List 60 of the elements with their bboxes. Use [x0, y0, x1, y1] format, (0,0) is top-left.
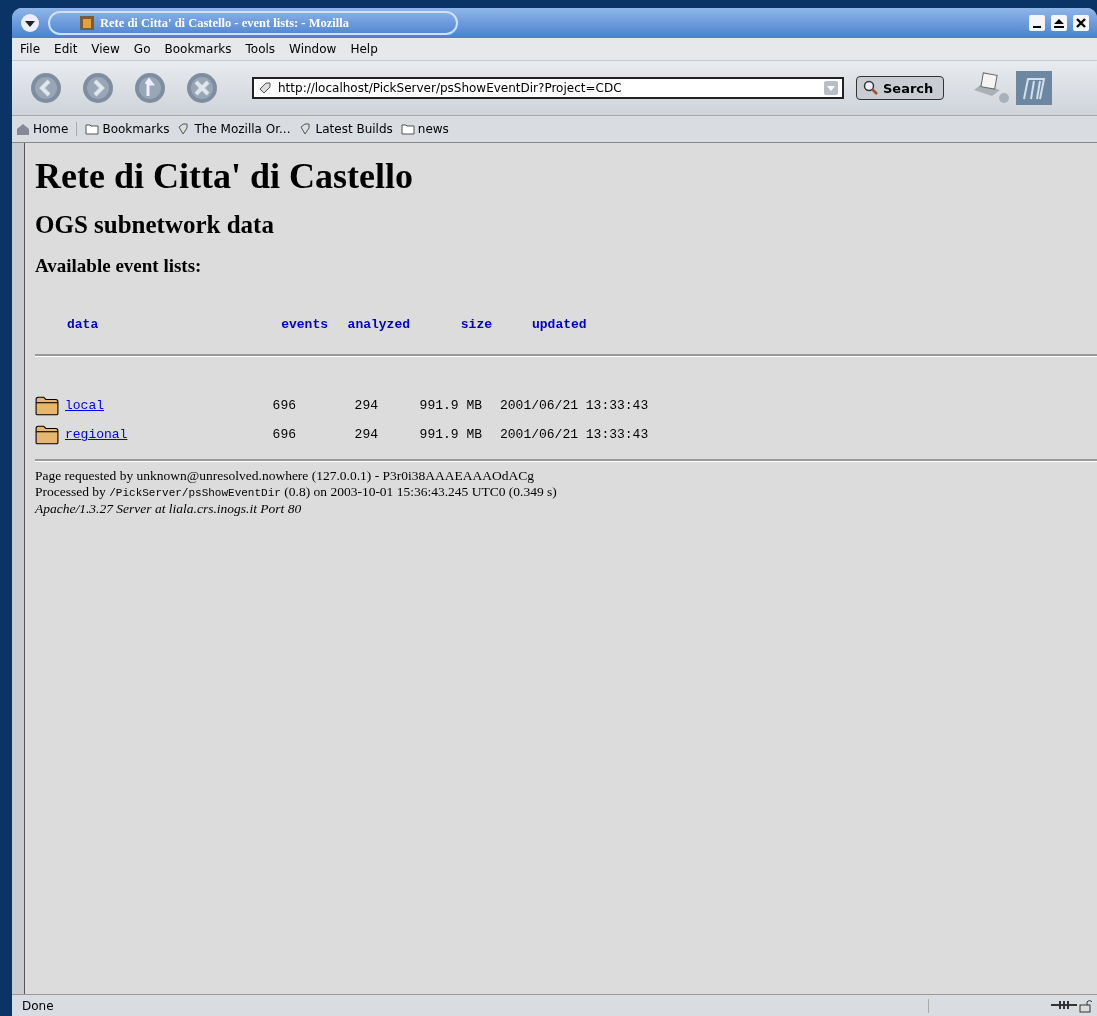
- bookmark-item[interactable]: Bookmarks: [85, 122, 170, 136]
- minimize-icon[interactable]: [1029, 15, 1045, 31]
- table-cell-text: 991.9 MB: [418, 398, 482, 413]
- folder-icon: [400, 123, 415, 135]
- menu-item[interactable]: Bookmarks: [164, 42, 232, 56]
- folder-icon: [35, 395, 59, 416]
- menu-item[interactable]: Go: [133, 42, 151, 56]
- app-icon: [80, 16, 94, 30]
- connection-icon: [1051, 998, 1077, 1011]
- padlock-icon: [1079, 998, 1093, 1013]
- logo-icon: [1016, 71, 1052, 105]
- bookmark-item[interactable]: Latest Builds: [298, 122, 393, 136]
- column-header: data: [67, 317, 100, 332]
- table-cell-text: 696: [271, 398, 296, 413]
- search-icon: [863, 80, 879, 96]
- folder-icon: [35, 424, 59, 445]
- window-title: Rete di Citta' di Castello - event lists: - Mozilla: [100, 15, 349, 31]
- table-cell-text: 2001/06/21 13:33:43: [499, 427, 650, 442]
- menu-item[interactable]: View: [91, 42, 120, 56]
- forward-icon[interactable]: [82, 72, 114, 104]
- window-menu-icon[interactable]: [20, 13, 40, 33]
- maximize-icon[interactable]: [1051, 15, 1067, 31]
- table-cell-text: 294: [353, 398, 378, 413]
- search-button[interactable]: Search: [856, 76, 944, 100]
- tag-icon: [258, 81, 272, 95]
- folder-link[interactable]: local: [65, 398, 104, 413]
- menu-item[interactable]: Edit: [54, 42, 78, 56]
- home-icon: [16, 123, 30, 135]
- footer-text: Page requested by unknown@unresolved.nowhere (127.0.0.1) - P3r0i38AAAEAAAOdACg: [35, 468, 536, 484]
- menu-item[interactable]: Tools: [245, 42, 276, 56]
- column-header: size: [459, 317, 493, 332]
- server-signature: Apache/1.3.27 Server at liala.crs.inogs.it Port 80: [35, 501, 303, 517]
- status-text: Done: [22, 998, 54, 1013]
- dropdown-icon[interactable]: [824, 81, 838, 95]
- bookmark-icon: [298, 123, 313, 135]
- folder-icon: [85, 123, 100, 135]
- menu-item[interactable]: Help: [350, 42, 378, 56]
- menu-item[interactable]: Window: [289, 42, 337, 56]
- table-cell-text: 696: [271, 427, 296, 442]
- column-header: analyzed: [346, 317, 410, 332]
- page-subheading: OGS subnetwork data: [35, 211, 275, 239]
- page-heading: Rete di Citta' di Castello: [35, 155, 414, 197]
- footer-text: Processed by /PickServer/psShowEventDir (0.8) on 2003-10-01 15:36:43.245 UTC0 (0.349 s): [35, 484, 558, 501]
- table-cell-text: 2001/06/21 13:33:43: [499, 398, 650, 413]
- column-header: updated: [531, 317, 588, 332]
- address-field[interactable]: http://localhost/PickServer/psShowEventDir?Project=CDC: [252, 77, 844, 99]
- bookmark-item[interactable]: The Mozilla Or...: [177, 122, 291, 136]
- menu-item[interactable]: File: [20, 42, 41, 56]
- bookmark-item[interactable]: Home: [16, 122, 78, 136]
- close-icon[interactable]: [1073, 15, 1089, 31]
- table-cell-text: 991.9 MB: [418, 427, 482, 442]
- table-cell-text: 294: [353, 427, 378, 442]
- folder-link[interactable]: regional: [65, 427, 128, 442]
- column-header: events: [280, 317, 328, 332]
- bookmark-item[interactable]: news: [400, 122, 449, 136]
- stop-icon[interactable]: [186, 72, 218, 104]
- sidebar-grip[interactable]: [12, 143, 25, 994]
- reload-icon[interactable]: [134, 72, 166, 104]
- section-heading: Available event lists:: [35, 255, 203, 277]
- back-icon[interactable]: [30, 72, 62, 104]
